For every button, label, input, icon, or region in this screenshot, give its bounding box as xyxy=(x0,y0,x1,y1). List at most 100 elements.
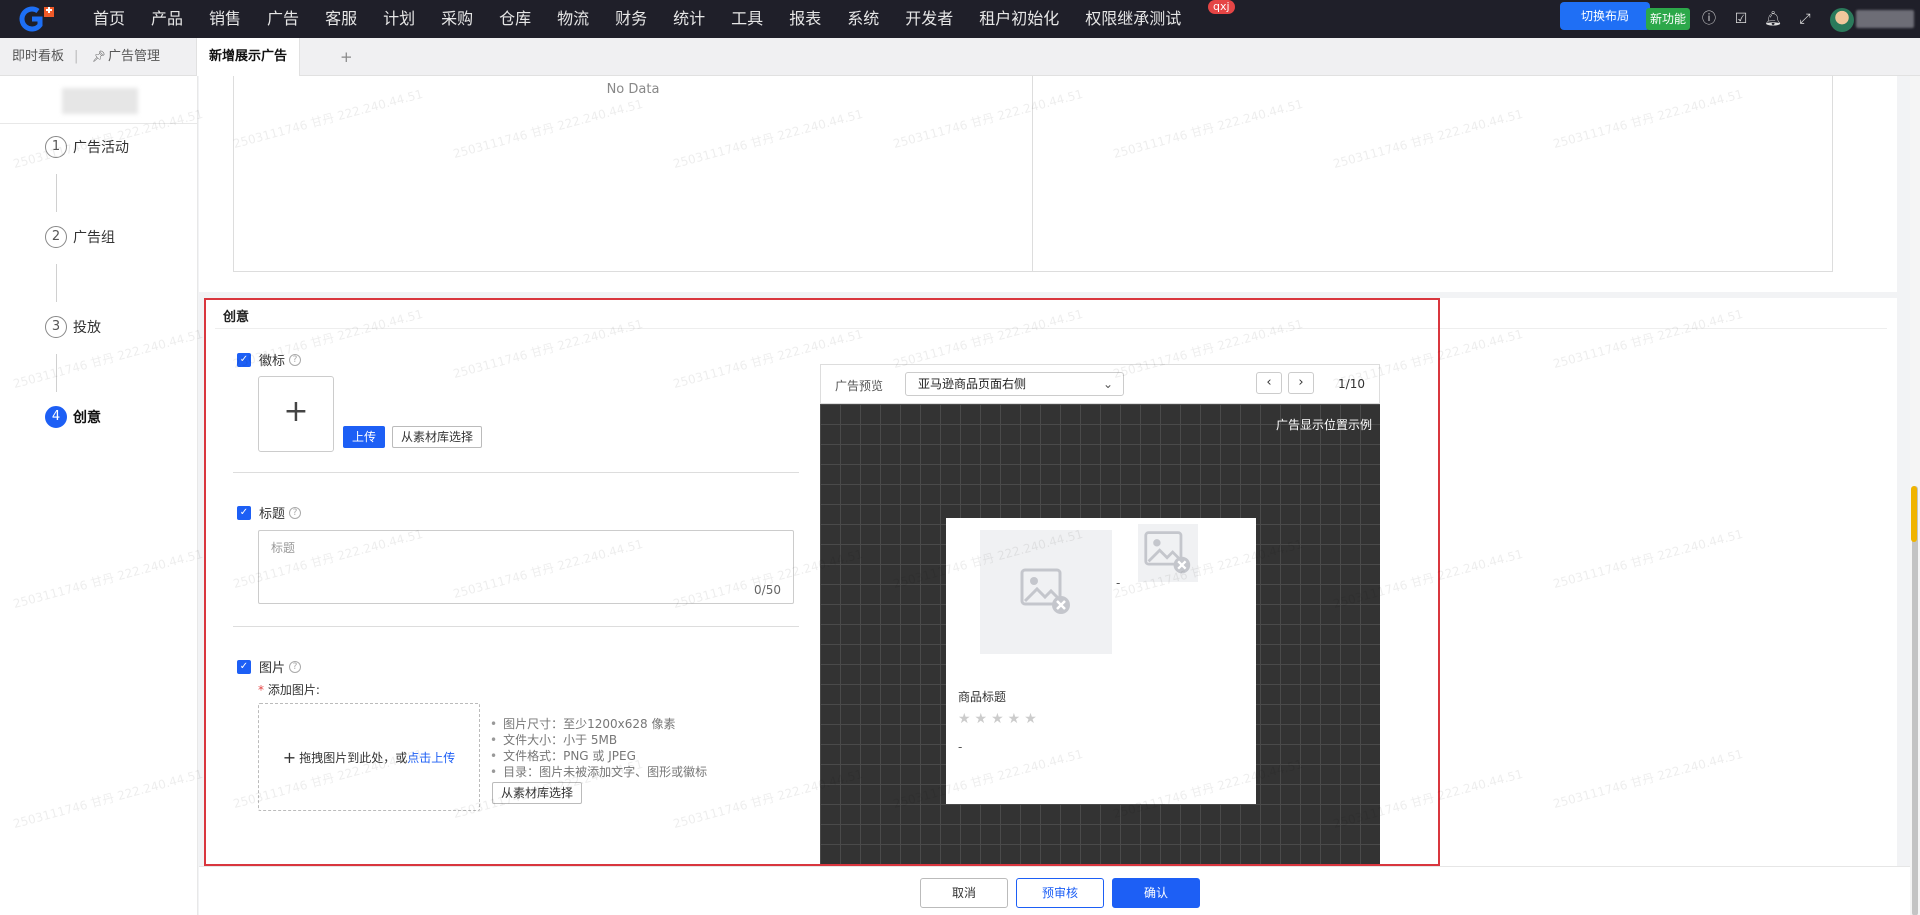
app-logo[interactable] xyxy=(16,5,64,33)
main-nav: 首页 产品 销售 广告 客服 计划 采购 仓库 物流 财务 统计 工具 报表 系… xyxy=(80,0,1194,38)
field-divider xyxy=(233,472,799,473)
task-check-icon[interactable]: ☑ xyxy=(1732,10,1750,28)
logo-upload-box[interactable]: + xyxy=(258,376,334,452)
page-tabs: 即时看板 | 📌︎ 广告管理 新增展示广告 + xyxy=(0,38,1920,76)
avatar[interactable] xyxy=(1830,8,1854,32)
step-number: 1 xyxy=(45,136,67,158)
section-title: 创意 xyxy=(223,310,250,325)
help-icon[interactable]: ? xyxy=(289,506,302,519)
product-title: 商品标题 xyxy=(958,690,1007,704)
nav-item-warehouse[interactable]: 仓库 xyxy=(486,0,544,38)
switch-layout-button[interactable]: 切换布局 xyxy=(1560,2,1650,30)
checkbox-checked-icon[interactable]: ✓ xyxy=(237,659,251,674)
info-icon[interactable]: ⓘ xyxy=(1700,10,1718,28)
logo-upload-button[interactable]: 上传 xyxy=(343,426,386,448)
pre-review-button[interactable]: 预审核 xyxy=(1016,878,1104,908)
table-divider xyxy=(1032,76,1033,272)
nav-item-tenant-init[interactable]: 租户初始化 xyxy=(966,0,1072,38)
next-page-button[interactable]: › xyxy=(1288,372,1314,394)
chevron-down-icon: ⌄ xyxy=(1102,377,1113,391)
required-asterisk: * xyxy=(258,683,268,697)
step-connector xyxy=(56,354,57,392)
logo-library-button[interactable]: 从素材库选择 xyxy=(392,426,483,448)
placement-select[interactable]: 亚马逊商品页面右侧 ⌄ xyxy=(905,372,1124,396)
main-content: No Data 创意 ✓ 徽标 ? + 上传 从素材库选择 ✓ 标题 ? 标题 … xyxy=(199,76,1915,915)
broken-image-icon xyxy=(1144,531,1191,574)
nav-item-service[interactable]: 客服 xyxy=(312,0,370,38)
help-icon[interactable]: ? xyxy=(289,353,302,366)
step-number: 2 xyxy=(45,226,67,248)
form-footer: 取消 预审核 确认 xyxy=(199,866,1915,915)
step-creative[interactable]: 4 创意 xyxy=(45,406,101,428)
headline-char-count: 0/50 xyxy=(754,583,781,597)
step-connector xyxy=(56,264,57,302)
new-feature-button[interactable]: 新功能 xyxy=(1646,8,1690,30)
logo-image-placeholder xyxy=(1138,524,1198,582)
nav-item-purchase[interactable]: 采购 xyxy=(428,0,486,38)
rating-stars: ★★★★★ xyxy=(958,711,1041,727)
section-divider xyxy=(215,328,1887,329)
nav-item-system[interactable]: 系统 xyxy=(834,0,892,38)
nav-item-home[interactable]: 首页 xyxy=(80,0,138,38)
ad-preview-canvas: 广告显示位置示例 - 商品标题 ★★★★★ - xyxy=(820,404,1380,882)
pin-icon[interactable]: 📌︎ xyxy=(92,38,106,76)
placeholder-dash: - xyxy=(1116,576,1121,590)
tab-new-display-ad[interactable]: 新增展示广告 xyxy=(196,38,301,76)
tab-ad-management[interactable]: 广告管理 xyxy=(108,38,160,76)
ad-preview-toolbar: 广告预览 亚马逊商品页面右侧 ⌄ ‹ › 1/10 xyxy=(820,364,1380,404)
add-image-label: * 添加图片: xyxy=(258,681,320,698)
step-label: 广告活动 xyxy=(73,140,129,156)
click-upload-link[interactable]: 点击上传 xyxy=(407,749,455,766)
tab-dashboard[interactable]: 即时看板 xyxy=(12,38,64,76)
checkbox-checked-icon[interactable]: ✓ xyxy=(237,505,251,520)
confirm-button[interactable]: 确认 xyxy=(1112,878,1200,908)
prev-page-button[interactable]: ‹ xyxy=(1256,372,1282,394)
page-scrollbar[interactable] xyxy=(1910,76,1920,915)
fullscreen-icon[interactable]: ⤢ xyxy=(1796,10,1814,28)
placeholder-dash: - xyxy=(958,740,963,754)
headline-input[interactable]: 标题 0/50 xyxy=(258,530,794,604)
logo-label: 徽标 xyxy=(259,354,286,369)
nav-item-tools[interactable]: 工具 xyxy=(718,0,776,38)
nav-item-plan[interactable]: 计划 xyxy=(370,0,428,38)
spec-item: 图片尺寸：至少1200x628 像素 xyxy=(490,716,707,732)
product-image-placeholder xyxy=(980,530,1112,654)
broken-image-icon xyxy=(1020,568,1070,614)
nav-item-permission-test[interactable]: 权限继承测试 xyxy=(1072,0,1194,38)
bell-icon[interactable]: 🔔︎ xyxy=(1764,10,1782,28)
step-ad-campaign[interactable]: 1 广告活动 xyxy=(45,136,129,158)
username-redacted[interactable] xyxy=(1856,10,1914,28)
placement-value: 亚马逊商品页面右侧 xyxy=(918,377,1027,391)
nav-item-logistics[interactable]: 物流 xyxy=(544,0,602,38)
preview-page-indicator: 1/10 xyxy=(1338,377,1365,391)
image-library-button[interactable]: 从素材库选择 xyxy=(492,782,583,804)
nav-item-sales[interactable]: 销售 xyxy=(196,0,254,38)
step-number: 4 xyxy=(45,406,67,428)
help-icon[interactable]: ? xyxy=(289,660,302,673)
nav-item-product[interactable]: 产品 xyxy=(138,0,196,38)
nav-item-developer[interactable]: 开发者 xyxy=(892,0,966,38)
sidebar-header xyxy=(0,76,197,124)
nav-item-statistics[interactable]: 统计 xyxy=(660,0,718,38)
checkbox-checked-icon[interactable]: ✓ xyxy=(237,352,251,367)
headline-placeholder: 标题 xyxy=(271,541,296,555)
image-drop-zone[interactable]: + 拖拽图片到此处，或 点击上传 xyxy=(258,703,480,811)
add-tab-button[interactable]: + xyxy=(340,38,353,76)
step-number: 3 xyxy=(45,316,67,338)
nav-item-finance[interactable]: 财务 xyxy=(602,0,660,38)
nav-badge: qxj xyxy=(1208,0,1235,14)
step-connector xyxy=(56,174,57,212)
redacted-block xyxy=(62,88,138,114)
headline-checkbox-row[interactable]: ✓ 标题 ? xyxy=(237,503,302,522)
cancel-button[interactable]: 取消 xyxy=(920,878,1008,908)
nav-item-reports[interactable]: 报表 xyxy=(776,0,834,38)
nav-item-ads[interactable]: 广告 xyxy=(254,0,312,38)
step-targeting[interactable]: 3 投放 xyxy=(45,316,101,338)
step-label: 投放 xyxy=(73,320,101,336)
headline-label: 标题 xyxy=(259,507,286,522)
step-ad-group[interactable]: 2 广告组 xyxy=(45,226,115,248)
image-checkbox-row[interactable]: ✓ 图片 ? xyxy=(237,657,302,676)
placement-caption: 广告显示位置示例 xyxy=(1275,418,1372,432)
scrollbar-thumb[interactable] xyxy=(1912,486,1918,915)
logo-checkbox-row[interactable]: ✓ 徽标 ? xyxy=(237,350,302,369)
